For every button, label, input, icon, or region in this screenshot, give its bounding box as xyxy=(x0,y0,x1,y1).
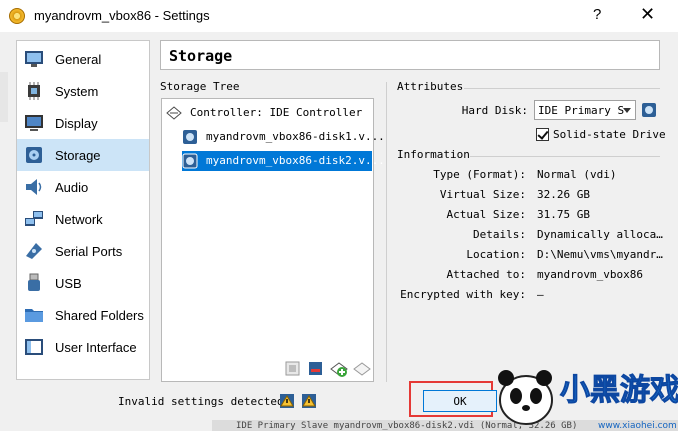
choose-disk-icon[interactable] xyxy=(641,102,657,118)
sidebar-item-label: General xyxy=(55,52,102,67)
info-label: Type (Format): xyxy=(433,168,526,181)
xiaohei-watermark: 小黑游戏 www.xiaohei.com xyxy=(498,370,678,431)
virtualbox-app-icon xyxy=(9,8,25,24)
sidebar-item-label: Shared Folders xyxy=(55,308,144,323)
hard-disk-label: Hard Disk: xyxy=(461,104,528,117)
info-value: D:\Nemu\vms\myandr… xyxy=(537,248,663,261)
info-label: Virtual Size: xyxy=(439,188,526,201)
info-label: Actual Size: xyxy=(446,208,526,221)
hard-disk-icon xyxy=(183,130,197,144)
warning-icon[interactable] xyxy=(301,393,317,409)
warning-icon[interactable] xyxy=(279,393,295,409)
info-label: Location: xyxy=(466,248,526,261)
attributes-label: Attributes xyxy=(397,80,464,93)
page-title: Storage xyxy=(160,40,660,70)
add-controller-icon[interactable] xyxy=(330,360,348,378)
info-value: Dynamically alloca… xyxy=(537,228,663,241)
info-value: 31.75 GB xyxy=(537,208,590,221)
panel-separator xyxy=(386,82,387,382)
serial-icon xyxy=(26,243,42,259)
sidebar-item-user-interface[interactable]: User Interface xyxy=(17,331,149,363)
tree-item-label: Controller: IDE Controller xyxy=(190,106,363,119)
sidebar-item-system[interactable]: System xyxy=(17,75,149,107)
chevron-down-icon xyxy=(623,108,631,113)
help-button[interactable]: ? xyxy=(593,6,601,23)
sidebar-item-label: Serial Ports xyxy=(55,244,123,259)
sidebar-item-network[interactable]: Network xyxy=(17,203,149,235)
chip-icon xyxy=(28,82,40,100)
storage-tree-label: Storage Tree xyxy=(160,80,240,93)
info-label: Details: xyxy=(473,228,526,241)
remove-controller-icon[interactable] xyxy=(353,360,371,378)
info-value: — xyxy=(537,288,544,301)
close-button[interactable]: ✕ xyxy=(640,4,655,25)
sidebar-item-label: User Interface xyxy=(55,340,137,355)
disk-icon xyxy=(26,147,42,163)
remove-attachment-icon[interactable] xyxy=(307,360,325,378)
title-bar: myandrovm_vbox86 - Settings ? ✕ xyxy=(0,0,678,32)
information-label: Information xyxy=(397,148,470,161)
tree-item-disk1[interactable]: myandrovm_vbox86-disk1.v... xyxy=(182,127,385,147)
sidebar-item-label: Network xyxy=(55,212,103,227)
network-icon xyxy=(25,211,43,226)
info-value: myandrovm_vbox86 xyxy=(537,268,643,281)
add-attachment-icon[interactable] xyxy=(284,360,302,378)
hard-disk-select-value: IDE Primary S xyxy=(538,104,625,117)
info-value: 32.26 GB xyxy=(537,188,590,201)
hard-disk-select[interactable]: IDE Primary S xyxy=(534,100,636,120)
sidebar-item-label: Storage xyxy=(55,148,101,163)
hard-disk-icon xyxy=(182,153,198,169)
display-icon xyxy=(25,115,43,131)
panda-logo-icon xyxy=(498,370,553,425)
sidebar-item-label: USB xyxy=(55,276,82,291)
storage-tree[interactable]: Controller: IDE Controller myandrovm_vbo… xyxy=(161,98,385,382)
invalid-settings-text: Invalid settings detected xyxy=(118,395,284,408)
solid-state-checkbox[interactable] xyxy=(536,128,549,141)
watermark-url: www.xiaohei.com xyxy=(598,421,677,431)
tree-item-label: myandrovm_vbox86-disk2.v... xyxy=(206,154,385,167)
ide-controller-icon xyxy=(166,106,182,120)
information-divider xyxy=(470,156,660,157)
solid-state-label: Solid-state Drive xyxy=(553,128,666,141)
ui-icon xyxy=(25,339,43,355)
info-value: Normal (vdi) xyxy=(537,168,617,181)
sidebar-item-audio[interactable]: Audio xyxy=(17,171,149,203)
sidebar-item-label: Audio xyxy=(55,180,89,195)
settings-sidebar: General System Display Storage Audio Net… xyxy=(16,40,150,380)
sidebar-item-label: Display xyxy=(55,116,98,131)
watermark-brand: 小黑游戏 xyxy=(560,373,678,408)
tree-item-label: myandrovm_vbox86-disk1.v... xyxy=(206,130,385,143)
background-window-strip xyxy=(0,72,8,122)
tree-item-controller[interactable]: Controller: IDE Controller xyxy=(166,103,371,123)
tree-item-disk2[interactable]: myandrovm_vbox86-disk2.v... xyxy=(182,151,385,171)
page-title-text: Storage xyxy=(169,47,233,65)
sidebar-item-usb[interactable]: USB xyxy=(17,267,149,299)
sidebar-item-serial-ports[interactable]: Serial Ports xyxy=(17,235,149,267)
speaker-icon xyxy=(26,179,42,195)
sidebar-item-display[interactable]: Display xyxy=(17,107,149,139)
info-label: Encrypted with key: xyxy=(400,288,526,301)
sidebar-item-label: System xyxy=(55,84,99,99)
sidebar-item-storage[interactable]: Storage xyxy=(17,139,149,171)
folder-icon xyxy=(25,309,43,322)
info-label: Attached to: xyxy=(446,268,526,281)
monitor-icon xyxy=(25,51,43,67)
usb-icon xyxy=(28,273,40,291)
attributes-divider xyxy=(464,88,660,89)
sidebar-item-general[interactable]: General xyxy=(17,43,149,75)
window-title: myandrovm_vbox86 - Settings xyxy=(34,8,210,23)
sidebar-item-shared-folders[interactable]: Shared Folders xyxy=(17,299,149,331)
